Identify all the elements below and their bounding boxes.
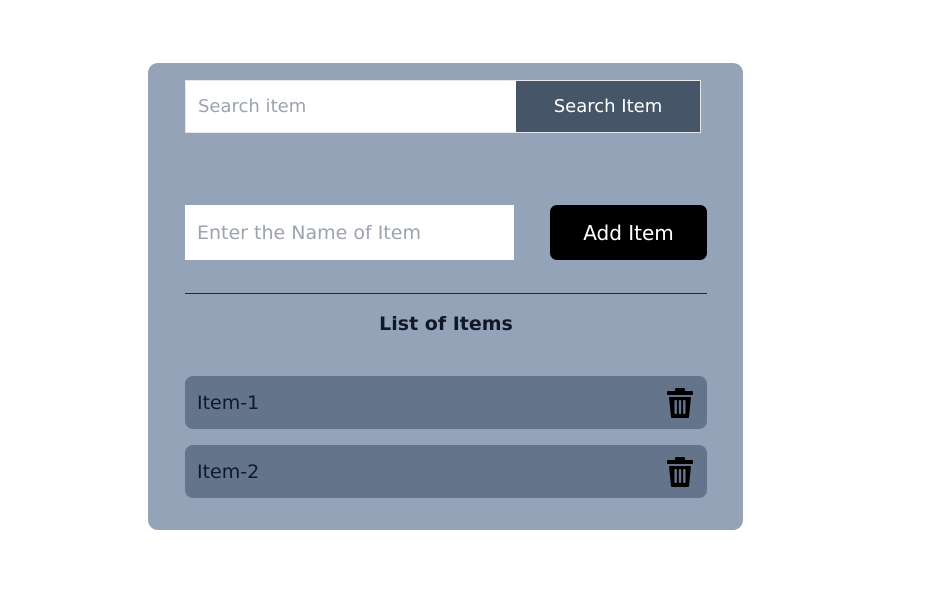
search-bar: Search Item <box>185 80 701 133</box>
add-item-button[interactable]: Add Item <box>550 205 707 260</box>
list-item-label: Item-1 <box>197 391 260 414</box>
search-input[interactable] <box>186 81 516 132</box>
trash-icon[interactable] <box>665 387 695 419</box>
list-title: List of Items <box>379 313 513 335</box>
list-item: Item-1 <box>185 376 707 429</box>
trash-icon[interactable] <box>665 456 695 488</box>
list-item-label: Item-2 <box>197 460 260 483</box>
search-item-button[interactable]: Search Item <box>516 81 700 132</box>
divider <box>185 293 707 294</box>
list-item: Item-2 <box>185 445 707 498</box>
item-name-input[interactable] <box>185 205 514 260</box>
todo-card: Search Item Add Item List of Items Item-… <box>148 63 743 530</box>
